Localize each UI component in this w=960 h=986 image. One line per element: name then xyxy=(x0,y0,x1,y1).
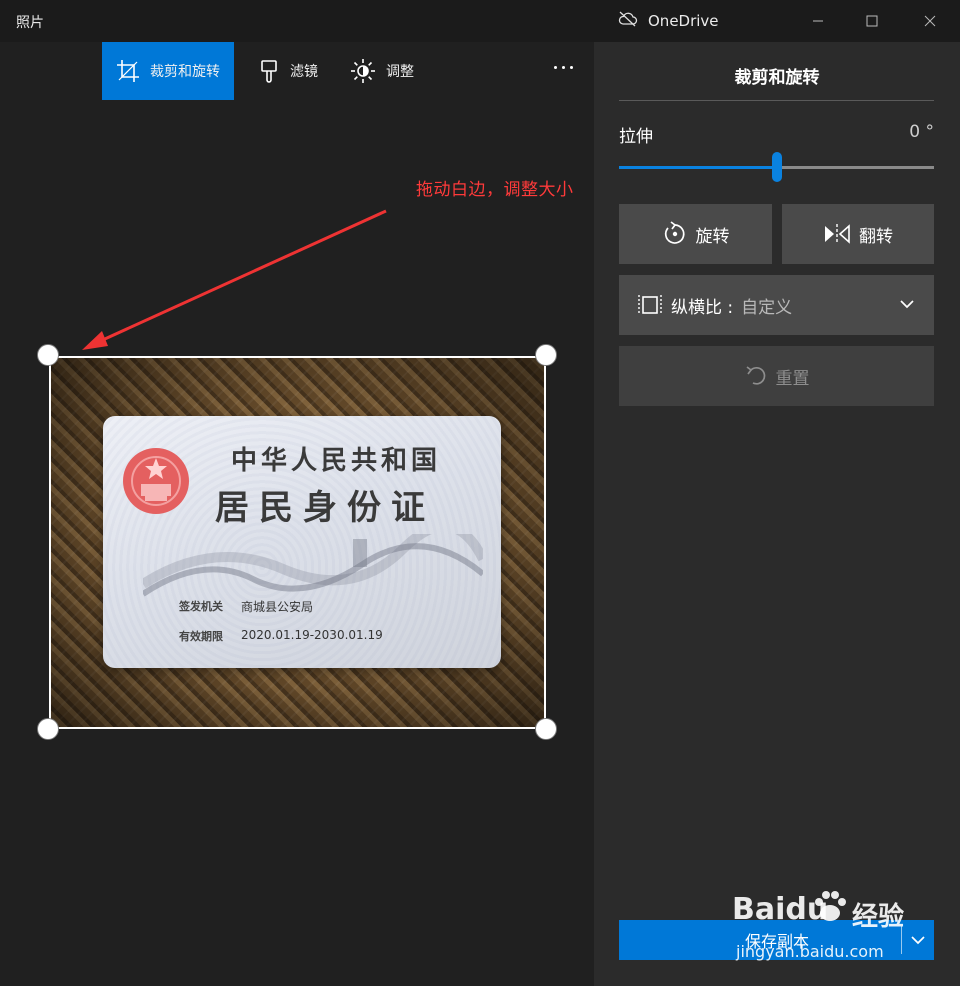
rotate-button[interactable]: 旋转 xyxy=(619,204,772,264)
watermark-url: jingyan.baidu.com xyxy=(736,942,884,961)
panel-title: 裁剪和旋转 xyxy=(734,68,820,88)
maximize-icon xyxy=(866,15,878,27)
flip-label: 翻转 xyxy=(859,226,893,247)
card-title-line1: 中华人民共和国 xyxy=(231,446,442,476)
stretch-value: 0 ° xyxy=(909,122,934,142)
crop-handle-bottom-left[interactable] xyxy=(37,718,59,740)
aspect-ratio-icon xyxy=(638,295,662,315)
panel-divider xyxy=(619,100,934,101)
id-card-image: 中华人民共和国 居民身份证 签发机关 商城县公安局 有效期限 2020.01.1… xyxy=(103,416,501,668)
validity-value: 2020.01.19-2030.01.19 xyxy=(241,628,383,642)
minimize-button[interactable] xyxy=(792,0,844,42)
stretch-label: 拉伸 xyxy=(619,127,653,147)
crop-handle-top-right[interactable] xyxy=(535,344,557,366)
rotate-label: 旋转 xyxy=(695,226,730,247)
stretch-slider-thumb[interactable] xyxy=(771,152,782,182)
watermark-suffix: 经验 xyxy=(852,902,905,932)
reset-button[interactable]: 重置 xyxy=(619,346,934,406)
close-icon xyxy=(924,15,936,27)
onedrive-status[interactable]: OneDrive xyxy=(618,10,719,32)
aspect-ratio-label: 纵横比 : xyxy=(671,297,734,318)
stretch-slider[interactable] xyxy=(619,152,934,182)
crop-handle-top-left[interactable] xyxy=(37,344,59,366)
annotation-arrow-icon xyxy=(82,209,387,350)
validity-row: 有效期限 2020.01.19-2030.01.19 xyxy=(179,628,383,644)
chevron-down-icon xyxy=(900,300,914,309)
paw-logo-icon xyxy=(815,891,846,921)
card-title-line2: 居民身份证 xyxy=(215,488,435,528)
issuer-value: 商城县公安局 xyxy=(241,600,314,614)
national-emblem-icon xyxy=(123,448,189,514)
issuer-label: 签发机关 xyxy=(179,600,223,613)
onedrive-label: OneDrive xyxy=(648,12,719,30)
reset-label: 重置 xyxy=(775,368,810,389)
flip-button[interactable]: 翻转 xyxy=(782,204,934,264)
issuer-row: 签发机关 商城县公安局 xyxy=(179,598,313,615)
undo-icon xyxy=(745,366,765,385)
validity-label: 有效期限 xyxy=(179,630,223,643)
cloud-off-icon xyxy=(618,11,638,31)
crop-handle-bottom-right[interactable] xyxy=(535,718,557,740)
maximize-button[interactable] xyxy=(846,0,898,42)
aspect-ratio-dropdown[interactable]: 纵横比 : 自定义 xyxy=(619,275,934,335)
great-wall-illustration xyxy=(143,534,483,597)
close-button[interactable] xyxy=(904,0,956,42)
photo-crop-area[interactable]: 中华人民共和国 居民身份证 签发机关 商城县公安局 有效期限 2020.01.1… xyxy=(49,356,546,729)
baidu-watermark: Baidu 经验 jingyan.baidu.com xyxy=(724,880,954,970)
crop-rotate-panel: 裁剪和旋转 拉伸 0 ° 旋转 翻转 纵横比 : 自定义 重置 保存副本 xyxy=(594,42,960,986)
stretch-slider-fill xyxy=(619,166,777,169)
minimize-icon xyxy=(813,20,823,22)
aspect-ratio-value: 自定义 xyxy=(741,297,793,318)
flip-icon xyxy=(825,224,850,244)
rotate-icon xyxy=(664,221,685,244)
